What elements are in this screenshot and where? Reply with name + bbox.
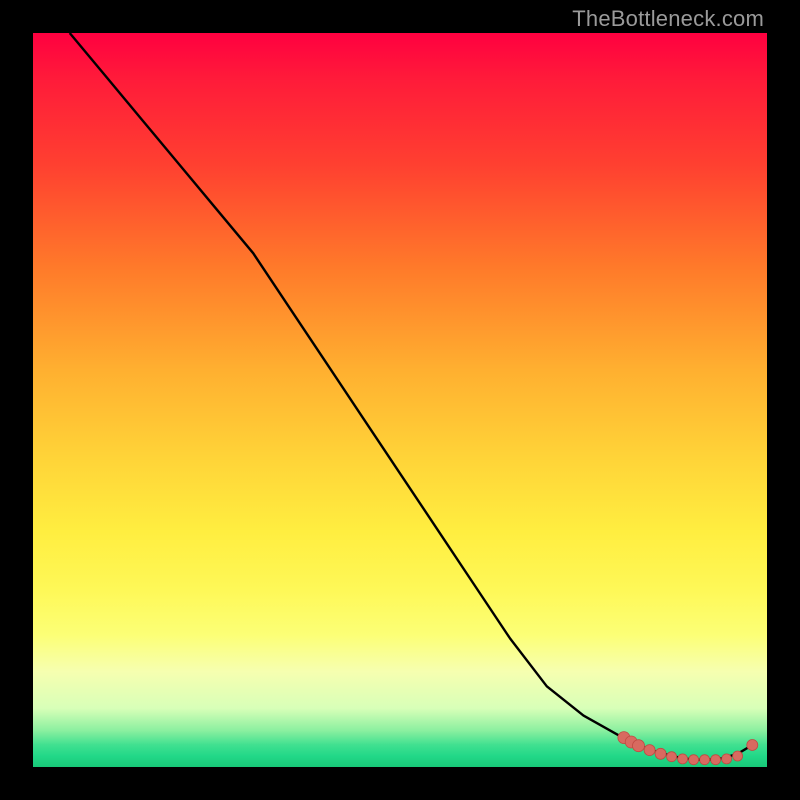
marker-dot: [722, 754, 732, 764]
marker-dot: [733, 751, 743, 761]
marker-group: [618, 732, 758, 765]
marker-dot: [678, 754, 688, 764]
watermark-text: TheBottleneck.com: [572, 6, 764, 32]
marker-dot: [747, 740, 758, 751]
marker-dot: [655, 748, 666, 759]
marker-dot: [644, 745, 655, 756]
marker-dot: [711, 755, 721, 765]
chart-overlay: [33, 33, 767, 767]
bottleneck-curve: [70, 33, 753, 760]
marker-dot: [667, 752, 677, 762]
marker-dot: [700, 755, 710, 765]
marker-dot: [689, 755, 699, 765]
marker-dot: [633, 740, 645, 752]
chart-stage: TheBottleneck.com: [0, 0, 800, 800]
